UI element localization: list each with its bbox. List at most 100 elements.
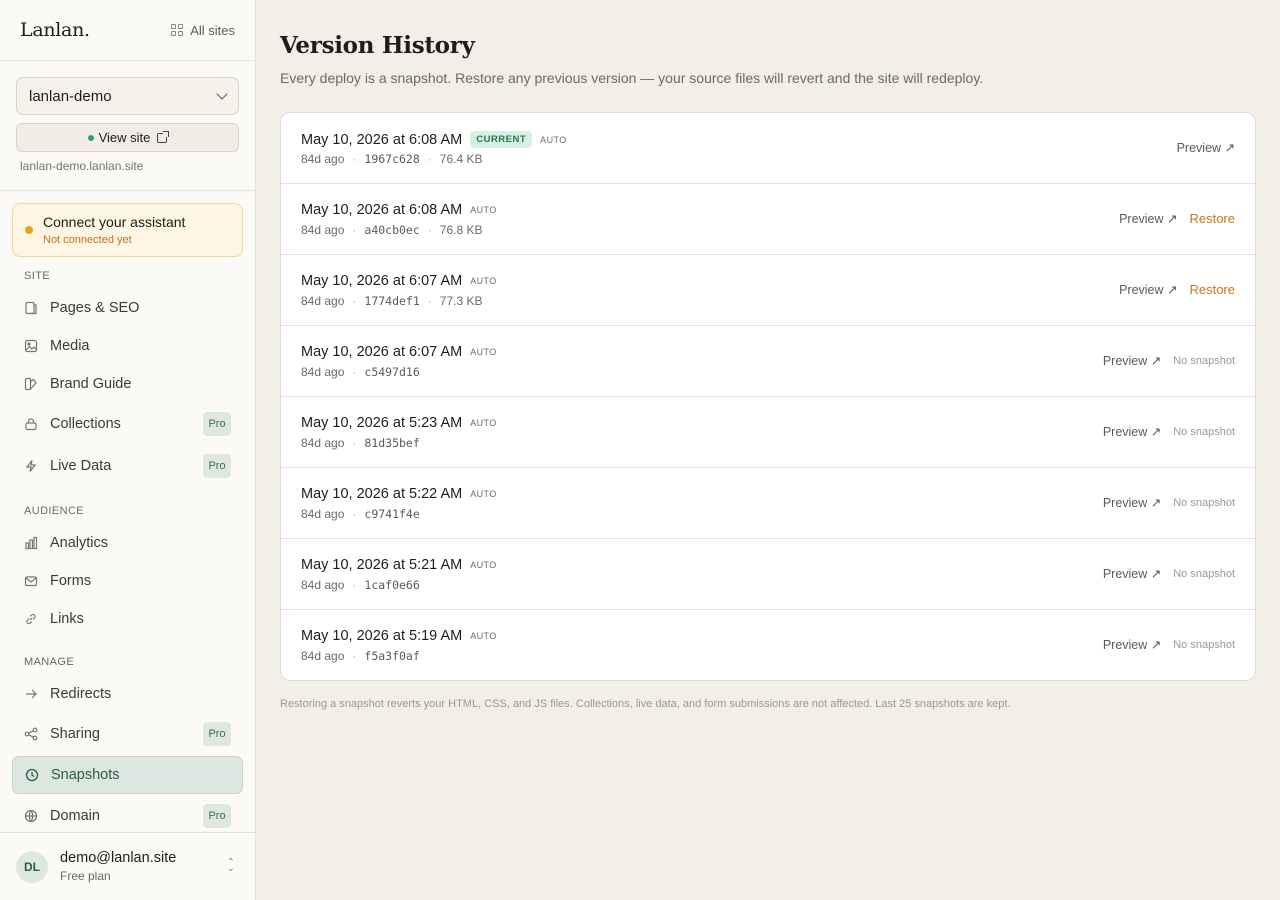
no-snapshot-label: No snapshot (1173, 354, 1235, 367)
user-menu[interactable]: DL demo@lanlan.site Free plan ⌃ ⌄ (0, 832, 255, 900)
version-age: 84d ago (301, 223, 345, 237)
version-meta: 84d ago · 81d35bef (301, 436, 420, 450)
version-row: May 10, 2026 at 6:08 AM AUTO 84d ago · a40cb… (281, 184, 1255, 255)
version-meta: 84d ago · c5497d16 (301, 365, 420, 379)
preview-link[interactable]: Preview ↗ (1103, 566, 1161, 581)
site-select[interactable]: lanlan-demo (16, 77, 239, 115)
preview-link[interactable]: Preview ↗ (1103, 353, 1161, 368)
version-date: May 10, 2026 at 5:22 AM (301, 486, 463, 502)
nav-item-snapshots[interactable]: Snapshots (12, 756, 243, 794)
external-link-icon (157, 130, 170, 143)
nav-item-live-data[interactable]: Live Data Pro (12, 447, 243, 485)
version-meta: 84d ago · a40cb0ec · 76.8 KB (301, 223, 482, 237)
nav-item-label: Pages & SEO (50, 300, 140, 316)
version-meta: 84d ago · 1967c628 · 76.4 KB (301, 152, 482, 166)
version-hash: 1774def1 (364, 294, 420, 308)
clock-icon (25, 768, 39, 782)
version-age: 84d ago (301, 152, 345, 166)
preview-link[interactable]: Preview ↗ (1103, 495, 1161, 510)
all-sites-label: All sites (190, 22, 235, 38)
separator: · (427, 223, 432, 237)
nav-item-label: Media (50, 338, 90, 354)
version-date: May 10, 2026 at 5:19 AM (301, 628, 463, 644)
section-label-audience: AUDIENCE (24, 505, 85, 517)
version-header: May 10, 2026 at 6:07 AM AUTO (301, 273, 497, 289)
preview-link[interactable]: Preview ↗ (1119, 282, 1177, 297)
nav-item-collections[interactable]: Collections Pro (12, 405, 243, 443)
nav-item-sharing[interactable]: Sharing Pro (12, 715, 243, 753)
version-age: 84d ago (301, 365, 345, 379)
nav-item-label: Analytics (50, 535, 109, 551)
version-actions: Preview ↗ No snapshot (1103, 353, 1235, 368)
no-snapshot-label: No snapshot (1173, 496, 1235, 509)
preview-link[interactable]: Preview ↗ (1119, 211, 1177, 226)
version-hash: c9741f4e (364, 507, 420, 521)
assistant-status: Not connected yet (43, 234, 132, 246)
version-list: May 10, 2026 at 6:08 AM CURRENT AUTO 84d ag… (280, 112, 1256, 681)
bolt-icon (24, 459, 38, 473)
version-row: May 10, 2026 at 5:19 AM AUTO 84d ago · f5a3f… (281, 610, 1255, 680)
pro-badge: Pro (203, 454, 231, 478)
bar-chart-icon (24, 536, 38, 550)
version-age: 84d ago (301, 294, 345, 308)
nav-item-analytics[interactable]: Analytics (12, 524, 243, 562)
version-size: 77.3 KB (439, 294, 483, 308)
no-snapshot-label: No snapshot (1173, 638, 1235, 651)
version-age: 84d ago (301, 649, 345, 663)
auto-badge: AUTO (470, 276, 497, 286)
version-header: May 10, 2026 at 5:19 AM AUTO (301, 628, 497, 644)
logo[interactable]: Lanlan. (20, 19, 90, 41)
nav-item-label: Brand Guide (50, 376, 132, 392)
separator: · (352, 223, 357, 237)
version-date: May 10, 2026 at 6:08 AM (301, 202, 463, 218)
version-header: May 10, 2026 at 5:23 AM AUTO (301, 415, 497, 431)
mail-icon (24, 574, 38, 588)
nav-item-label: Snapshots (51, 767, 120, 783)
nav-item-brand-guide[interactable]: Brand Guide (12, 365, 243, 403)
version-actions: Preview ↗ Restore (1119, 282, 1235, 297)
version-actions: Preview ↗ No snapshot (1103, 637, 1235, 652)
nav-item-label: Sharing (50, 726, 100, 742)
avatar: DL (16, 850, 48, 883)
nav-item-forms[interactable]: Forms (12, 562, 243, 600)
version-date: May 10, 2026 at 6:07 AM (301, 344, 463, 360)
version-meta: 84d ago · 1caf0e66 (301, 578, 420, 592)
preview-link[interactable]: Preview ↗ (1103, 637, 1161, 652)
version-actions: Preview ↗ No snapshot (1103, 424, 1235, 439)
separator: · (427, 152, 432, 166)
section-label-manage: MANAGE (24, 656, 75, 668)
view-site-button[interactable]: View site (16, 123, 239, 152)
pro-badge: Pro (203, 722, 231, 746)
preview-link[interactable]: Preview ↗ (1177, 140, 1235, 155)
version-date: May 10, 2026 at 5:21 AM (301, 557, 463, 573)
version-header: May 10, 2026 at 5:22 AM AUTO (301, 486, 497, 502)
version-hash: f5a3f0af (364, 649, 420, 663)
page-title: Version History (280, 32, 475, 59)
auto-badge: AUTO (470, 205, 497, 215)
all-sites-link[interactable]: All sites (171, 23, 235, 38)
chevron-down-icon (216, 88, 228, 100)
version-date: May 10, 2026 at 5:23 AM (301, 415, 463, 431)
version-age: 84d ago (301, 578, 345, 592)
version-hash: 81d35bef (364, 436, 420, 450)
version-header: May 10, 2026 at 6:08 AM AUTO (301, 202, 497, 218)
auto-badge: AUTO (470, 347, 497, 357)
nav-item-domain[interactable]: Domain Pro (12, 797, 243, 835)
version-size: 76.8 KB (439, 223, 483, 237)
nav-item-pages[interactable]: Pages & SEO (12, 289, 243, 327)
restore-button[interactable]: Restore (1189, 282, 1235, 297)
separator: · (352, 578, 357, 592)
version-actions: Preview ↗ Restore (1119, 211, 1235, 226)
nav-item-media[interactable]: Media (12, 327, 243, 365)
restore-button[interactable]: Restore (1189, 211, 1235, 226)
no-snapshot-label: No snapshot (1173, 425, 1235, 438)
separator: · (352, 294, 357, 308)
version-meta: 84d ago · c9741f4e (301, 507, 420, 521)
connect-assistant-card[interactable]: Connect your assistant Not connected yet (12, 203, 243, 257)
nav-item-redirects[interactable]: Redirects (12, 675, 243, 713)
version-row: May 10, 2026 at 6:07 AM AUTO 84d ago · 1774d… (281, 255, 1255, 326)
nav-item-links[interactable]: Links (12, 600, 243, 638)
version-row: May 10, 2026 at 5:23 AM AUTO 84d ago · 81d35… (281, 397, 1255, 468)
assistant-title: Connect your assistant (43, 214, 186, 230)
preview-link[interactable]: Preview ↗ (1103, 424, 1161, 439)
